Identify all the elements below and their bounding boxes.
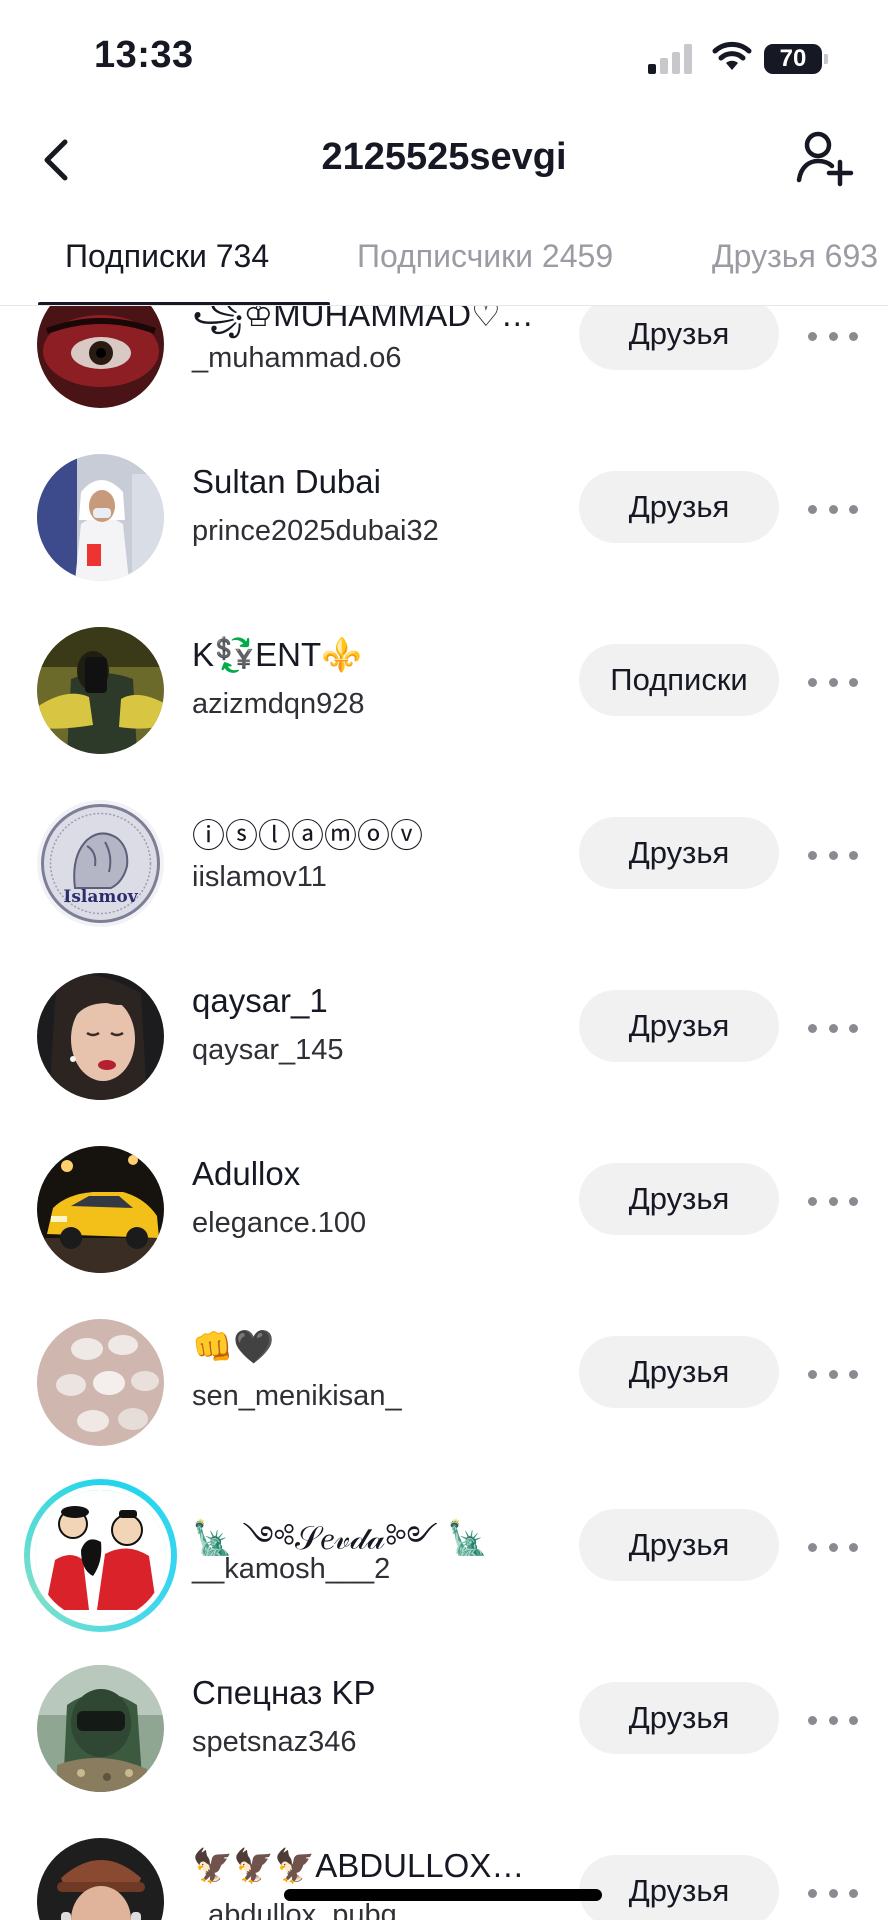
list-item[interactable]: Sultan Dubai prince2025dubai32 Друзья xyxy=(0,429,888,602)
friends-button[interactable]: Друзья xyxy=(579,1163,779,1235)
following-button[interactable]: Подписки xyxy=(579,644,779,716)
page-title: 2125525sevgi xyxy=(321,136,567,178)
more-options-icon[interactable] xyxy=(808,316,858,356)
add-user-icon xyxy=(796,131,854,187)
avatar-logo-text: Islamov xyxy=(63,887,138,907)
avatar[interactable] xyxy=(37,306,164,408)
profile-header: 2125525sevgi xyxy=(0,110,888,210)
display-name: Спецназ KP xyxy=(192,1674,376,1711)
friends-button[interactable]: Друзья xyxy=(579,1509,779,1581)
list-item[interactable]: Islamov ⓘⓢⓛⓐⓜⓞⓥ iislamov11 Друзья xyxy=(0,775,888,948)
friends-button[interactable]: Друзья xyxy=(579,306,779,370)
avatar[interactable] xyxy=(37,1665,164,1792)
tab-following[interactable]: Подписки 734 xyxy=(65,238,269,275)
username: qaysar_145 xyxy=(192,1034,344,1066)
cellular-signal-icon xyxy=(648,44,694,74)
home-indicator[interactable] xyxy=(284,1889,602,1901)
tab-bar: Подписки 734 Подписчики 2459 Друзья 693 xyxy=(0,210,888,306)
friends-button[interactable]: Друзья xyxy=(579,990,779,1062)
more-options-icon[interactable] xyxy=(808,1527,858,1567)
username: sen_menikisan_ xyxy=(192,1380,402,1412)
username: azizmdqn928 xyxy=(192,688,365,720)
username: prince2025dubai32 xyxy=(192,515,439,547)
display-name: qaysar_1 xyxy=(192,982,328,1019)
more-options-icon[interactable] xyxy=(808,662,858,702)
list-item[interactable]: 👊🖤 sen_menikisan_ Друзья xyxy=(0,1294,888,1467)
username: _abdullox_pubg xyxy=(192,1899,397,1920)
more-options-icon[interactable] xyxy=(808,1700,858,1740)
list-item[interactable]: ꧁♔MUHAMMAD♡… _muhammad.o6 Друзья xyxy=(0,306,888,429)
username: _muhammad.o6 xyxy=(192,342,402,374)
friends-button[interactable]: Друзья xyxy=(579,1855,779,1920)
avatar[interactable]: Islamov xyxy=(37,800,164,927)
display-name: ⓘⓢⓛⓐⓜⓞⓥ xyxy=(192,817,423,854)
username: elegance.100 xyxy=(192,1207,367,1239)
username: spetsnaz346 xyxy=(192,1726,357,1758)
status-time: 13:33 xyxy=(94,34,194,76)
friends-button[interactable]: Друзья xyxy=(579,817,779,889)
avatar[interactable] xyxy=(37,1319,164,1446)
display-name: Sultan Dubai xyxy=(192,463,381,500)
list-item[interactable]: K💱ENT⚜️ azizmdqn928 Подписки xyxy=(0,602,888,775)
list-item[interactable]: 🗽 ༺𝒮𝑒𝓋𝒹𝒶༻ 🗽 __kamosh___2 Друзья xyxy=(0,1467,888,1640)
avatar-story-ring[interactable] xyxy=(24,1479,177,1632)
list-item[interactable]: Спецназ KP spetsnaz346 Друзья xyxy=(0,1640,888,1813)
more-options-icon[interactable] xyxy=(808,1873,858,1913)
avatar[interactable] xyxy=(37,454,164,581)
app-screen: 13:33 70 2125525sevgi Подписки 734 Подпи… xyxy=(0,0,888,1920)
friends-button[interactable]: Друзья xyxy=(579,1336,779,1408)
list-item[interactable]: Adullox elegance.100 Друзья xyxy=(0,1121,888,1294)
tab-followers[interactable]: Подписчики 2459 xyxy=(357,238,613,275)
display-name: Adullox xyxy=(192,1155,301,1192)
status-bar: 13:33 70 xyxy=(0,0,888,110)
wifi-icon xyxy=(712,41,752,70)
avatar[interactable] xyxy=(37,973,164,1100)
username: __kamosh___2 xyxy=(192,1553,391,1585)
more-options-icon[interactable] xyxy=(808,1008,858,1048)
avatar[interactable] xyxy=(37,627,164,754)
avatar[interactable] xyxy=(37,1838,164,1920)
more-options-icon[interactable] xyxy=(808,835,858,875)
battery-level: 70 xyxy=(764,44,822,74)
more-options-icon[interactable] xyxy=(808,1354,858,1394)
display-name: 👊🖤 xyxy=(192,1328,275,1365)
add-friend-button[interactable] xyxy=(794,128,854,188)
battery-icon: 70 xyxy=(764,44,828,74)
more-options-icon[interactable] xyxy=(808,1181,858,1221)
friends-button[interactable]: Друзья xyxy=(579,471,779,543)
display-name: 🦅🦅🦅ABDULLOX… xyxy=(192,1847,525,1884)
following-list: ꧁♔MUHAMMAD♡… _muhammad.o6 Друзья Sultan xyxy=(0,306,888,1920)
username: iislamov11 xyxy=(192,861,327,893)
more-options-icon[interactable] xyxy=(808,489,858,529)
avatar[interactable] xyxy=(37,1146,164,1273)
display-name: K💱ENT⚜️ xyxy=(192,636,363,673)
friends-button[interactable]: Друзья xyxy=(579,1682,779,1754)
list-item[interactable]: qaysar_1 qaysar_145 Друзья xyxy=(0,948,888,1121)
tab-friends[interactable]: Друзья 693 xyxy=(712,238,878,275)
list-item[interactable]: 🦅🦅🦅ABDULLOX… _abdullox_pubg Друзья xyxy=(0,1813,888,1920)
